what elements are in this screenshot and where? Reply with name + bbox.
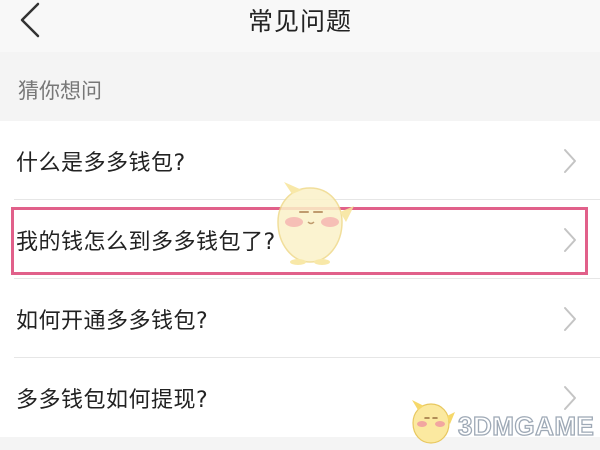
chevron-right-icon [560, 304, 580, 334]
faq-item-money-in-wallet[interactable]: 我的钱怎么到多多钱包了? [0, 200, 600, 279]
chevron-right-icon [560, 383, 580, 413]
faq-item-label: 如何开通多多钱包? [16, 308, 209, 334]
faq-item-open-wallet[interactable]: 如何开通多多钱包? [0, 279, 600, 358]
faq-list: 什么是多多钱包? 我的钱怎么到多多钱包了? 如何开通多多钱包? 多多钱包如何提现… [0, 121, 600, 437]
chevron-right-icon [560, 146, 580, 176]
chevron-right-icon [560, 225, 580, 255]
faq-item-what-is-wallet[interactable]: 什么是多多钱包? [0, 121, 600, 200]
section-heading: 猜你想问 [18, 79, 102, 103]
faq-item-label: 我的钱怎么到多多钱包了? [16, 229, 276, 255]
faq-item-withdraw[interactable]: 多多钱包如何提现? [0, 358, 600, 437]
faq-item-label: 什么是多多钱包? [16, 150, 186, 176]
top-bar: 常见问题 [0, 0, 600, 52]
faq-item-label: 多多钱包如何提现? [16, 387, 209, 413]
page-title: 常见问题 [247, 7, 352, 36]
